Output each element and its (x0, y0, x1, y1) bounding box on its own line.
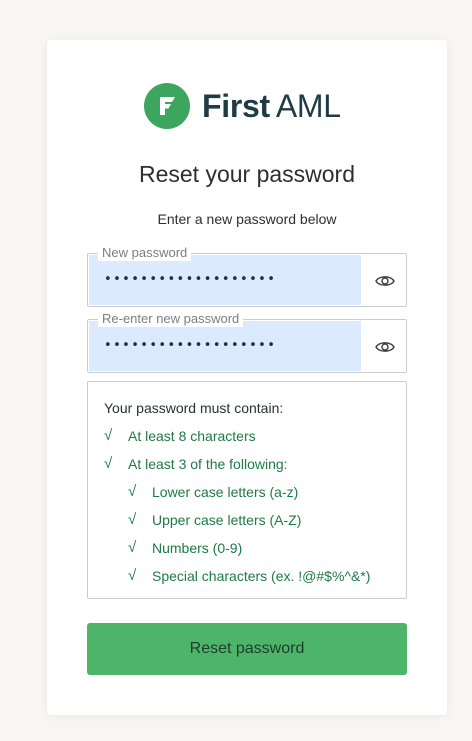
check-icon: √ (128, 483, 137, 500)
requirement-subitem: √ Lower case letters (a-z) (128, 483, 298, 500)
requirement-text: Upper case letters (A-Z) (152, 511, 302, 528)
logo-wordmark: First AML (202, 90, 341, 122)
requirement-subitem: √ Upper case letters (A-Z) (128, 511, 301, 528)
new-password-label: New password (98, 245, 192, 261)
first-aml-logo: First AML (144, 83, 341, 129)
page-subtitle: Enter a new password below (157, 211, 337, 227)
eye-icon[interactable] (374, 337, 396, 357)
new-password-field[interactable]: New password ••••••••••••••••••• (87, 245, 407, 307)
requirement-text: At least 8 characters (128, 427, 256, 444)
confirm-password-field[interactable]: Re-enter new password ••••••••••••••••••… (87, 311, 407, 373)
requirement-subitem: √ Numbers (0-9) (128, 539, 242, 556)
check-icon: √ (128, 539, 137, 556)
password-requirements-box: Your password must contain: √ At least 8… (87, 381, 407, 599)
logo-word-aml: AML (275, 88, 341, 124)
requirement-item: √ At least 3 of the following: (104, 455, 288, 472)
reset-password-card: First AML Reset your password Enter a new… (47, 40, 447, 715)
check-icon: √ (104, 427, 113, 444)
requirement-text: Special characters (ex. !@#$%^&*) (152, 567, 371, 584)
requirement-text: At least 3 of the following: (128, 455, 288, 472)
requirement-subitem: √ Special characters (ex. !@#$%^&*) (128, 567, 370, 584)
check-icon: √ (104, 455, 113, 472)
requirements-heading: Your password must contain: (104, 400, 284, 416)
logo-mark-icon (144, 83, 190, 129)
check-icon: √ (128, 567, 137, 584)
page-title: Reset your password (138, 161, 356, 187)
check-icon: √ (128, 511, 137, 528)
logo-word-first: First (202, 88, 270, 124)
eye-icon[interactable] (374, 271, 396, 291)
requirement-text: Numbers (0-9) (152, 539, 243, 556)
reset-password-button[interactable]: Reset password (87, 623, 407, 675)
requirement-item: √ At least 8 characters (104, 427, 256, 444)
confirm-password-value[interactable]: ••••••••••••••••••• (104, 338, 276, 353)
new-password-value[interactable]: ••••••••••••••••••• (104, 272, 276, 287)
requirement-text: Lower case letters (a-z) (152, 483, 299, 500)
confirm-password-label: Re-enter new password (98, 311, 244, 327)
